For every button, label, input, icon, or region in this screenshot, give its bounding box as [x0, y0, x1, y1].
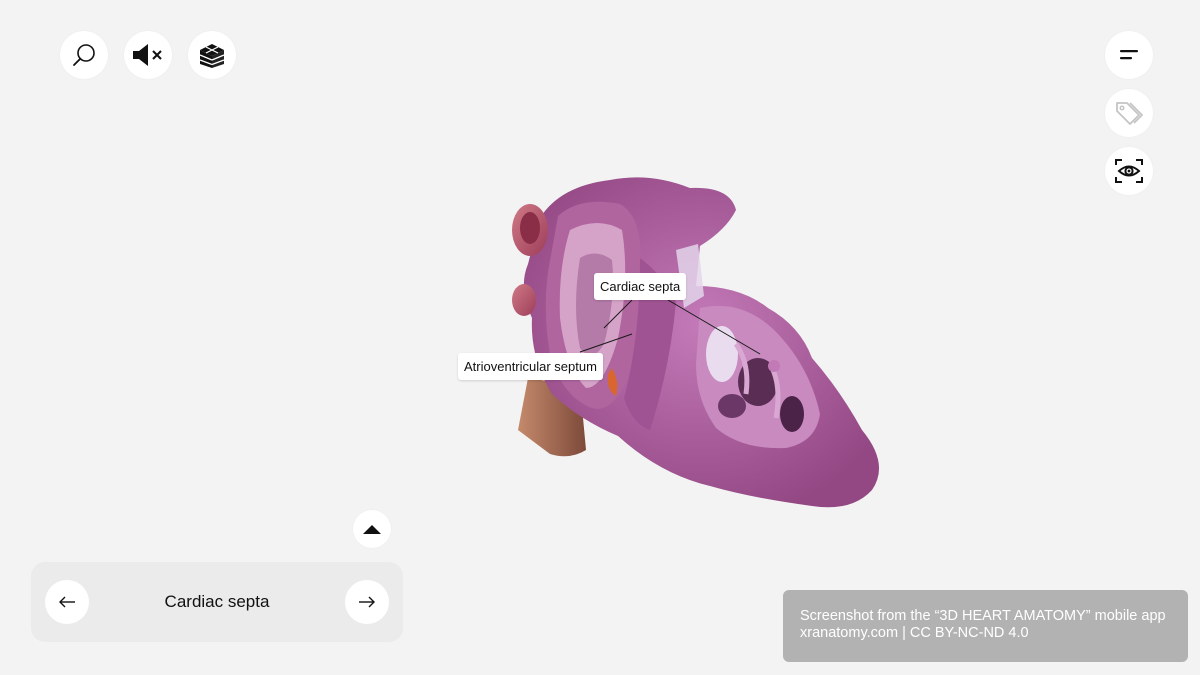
leader-line-av-septum	[579, 333, 633, 353]
arrow-right-icon	[359, 596, 375, 608]
arrow-left-icon	[59, 596, 75, 608]
leader-line-cardiac-septa-1	[603, 299, 633, 329]
caret-up-icon	[363, 525, 381, 534]
structure-title: Cardiac septa	[164, 592, 270, 611]
annotation-atrioventricular-septum[interactable]: Atrioventricular septum	[458, 353, 603, 380]
next-structure-button[interactable]	[345, 580, 389, 624]
credit-line-2: xranatomy.com | CC BY-NC-ND 4.0	[800, 625, 1029, 641]
leader-line-cardiac-septa-2	[667, 299, 761, 355]
annotation-cardiac-septa[interactable]: Cardiac septa	[594, 273, 687, 300]
prev-structure-button[interactable]	[45, 580, 89, 624]
credit-overlay: Screenshot from the “3D HEART AMATOMY” m…	[783, 590, 1188, 662]
expand-panel-button[interactable]	[353, 510, 391, 548]
credit-line-1: Screenshot from the “3D HEART AMATOMY” m…	[800, 608, 1166, 624]
structure-nav-panel: Cardiac septa	[31, 562, 403, 642]
